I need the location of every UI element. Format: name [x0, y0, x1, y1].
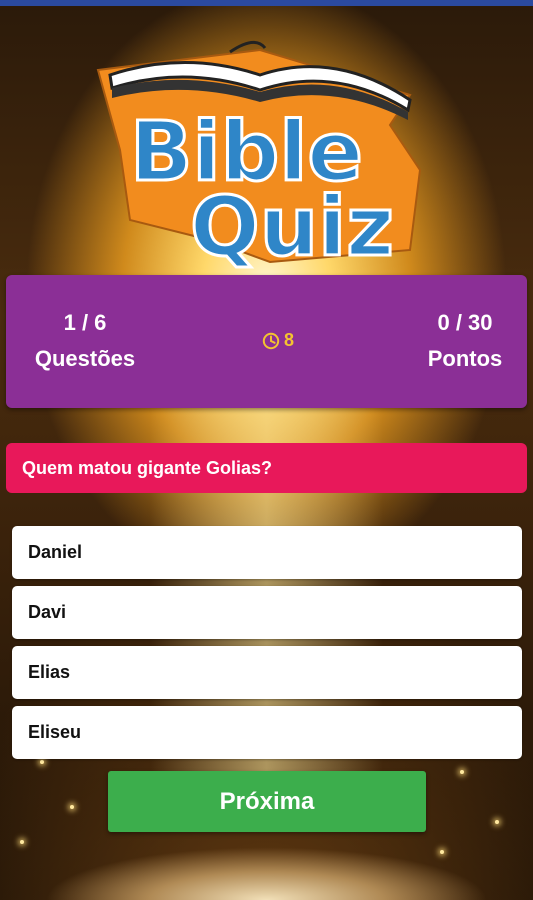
status-strip — [0, 0, 533, 6]
svg-text:Quiz: Quiz — [190, 180, 394, 270]
open-bible-logo-icon: Bible Quiz — [96, 40, 422, 277]
answer-option[interactable]: Davi — [12, 586, 522, 639]
score-panel: 1 / 6 Questões 8 0 / 30 Pontos — [6, 275, 527, 408]
points-counter: 0 / 30 Pontos — [415, 305, 515, 377]
timer: 8 — [262, 330, 294, 351]
clock-icon — [262, 332, 280, 349]
points-progress: 0 / 30 — [437, 310, 493, 335]
answer-list: Daniel Davi Elias Eliseu — [12, 526, 522, 766]
answer-option[interactable]: Eliseu — [12, 706, 522, 759]
question-label: Questões — [34, 346, 136, 371]
question-text: Quem matou gigante Golias? — [6, 443, 527, 493]
next-button[interactable]: Próxima — [108, 771, 426, 832]
timer-value: 8 — [284, 330, 295, 350]
points-label: Pontos — [427, 346, 503, 371]
question-counter: 1 / 6 Questões — [20, 305, 150, 377]
bible-quiz-logo: Bible Quiz — [90, 30, 430, 277]
answer-option[interactable]: Elias — [12, 646, 522, 699]
answer-option[interactable]: Daniel — [12, 526, 522, 579]
question-progress: 1 / 6 — [63, 310, 107, 335]
